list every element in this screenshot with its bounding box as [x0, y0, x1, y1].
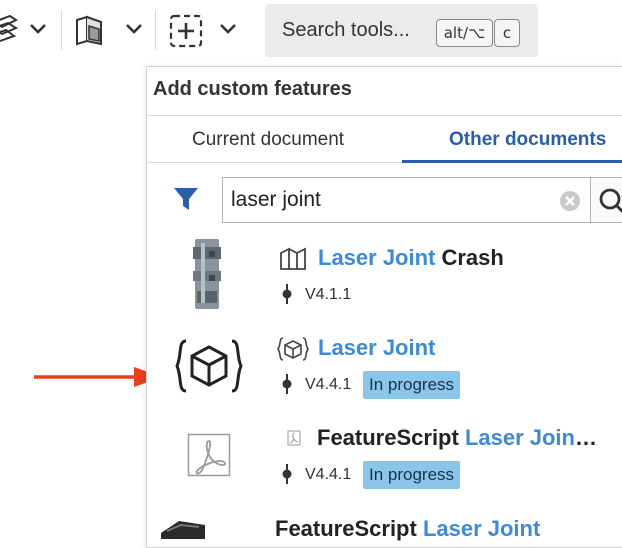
version-label: V4.1.1	[305, 286, 352, 303]
tab-current-document[interactable]: Current document	[192, 129, 344, 151]
custom-features-panel: Add custom features Current document Oth…	[146, 66, 622, 548]
version-icon	[280, 374, 294, 399]
search-input[interactable]: laser joint	[222, 177, 592, 223]
panel-title: Add custom features	[153, 78, 352, 100]
add-custom-feature-icon[interactable]	[168, 13, 204, 49]
part-render-thumbnail	[189, 237, 225, 316]
chevron-down-icon[interactable]	[28, 22, 48, 36]
pdf-icon	[287, 430, 301, 451]
toolbar-divider	[155, 10, 156, 50]
result-name: Laser Joint	[318, 335, 435, 361]
active-tab-indicator	[402, 160, 622, 163]
part-render-thumbnail	[159, 519, 209, 544]
search-icon	[597, 186, 622, 221]
result-name-prefix: FeatureScript	[317, 425, 465, 450]
divider	[147, 115, 622, 116]
version-label: V4.4.1	[305, 376, 352, 393]
result-name: FeatureScript Laser Joint	[275, 516, 540, 542]
chevron-down-icon[interactable]	[218, 22, 238, 36]
clear-icon[interactable]	[559, 190, 581, 217]
custom-feature-icon	[277, 335, 309, 368]
shortcut-key-c: c	[494, 19, 520, 47]
tab-other-documents[interactable]: Other documents	[449, 129, 606, 151]
result-name-match: Laser Join	[464, 425, 575, 450]
section-view-icon[interactable]	[73, 14, 107, 48]
part-studio-icon	[278, 246, 308, 277]
result-name-match: Laser Joint	[318, 335, 436, 360]
filter-icon[interactable]	[172, 185, 200, 218]
version-icon	[280, 284, 294, 309]
shortcut-key-alt: alt/⌥	[436, 19, 493, 47]
toolbar-divider	[61, 10, 62, 50]
sketch-tool-icon[interactable]	[0, 14, 18, 44]
result-name-match: Laser Joint	[422, 516, 541, 541]
result-name-rest: Crash	[435, 245, 504, 270]
pdf-thumbnail	[187, 433, 231, 482]
result-name-match: Laser Joint	[318, 245, 436, 270]
search-tools-label: Search tools...	[282, 19, 410, 41]
result-name-rest: …	[574, 425, 597, 450]
search-tools-button[interactable]: Search tools... alt/⌥ c	[265, 4, 538, 57]
status-badge: In progress	[363, 371, 461, 399]
custom-feature-thumbnail	[174, 335, 244, 402]
result-name-prefix: FeatureScript	[275, 516, 423, 541]
search-button[interactable]	[590, 177, 622, 223]
result-name: Laser Joint Crash	[318, 245, 504, 271]
version-label: V4.4.1	[305, 466, 352, 483]
status-badge: In progress	[363, 461, 461, 489]
version-icon	[280, 464, 294, 489]
chevron-down-icon[interactable]	[124, 22, 144, 36]
search-input-value: laser joint	[231, 188, 321, 211]
annotation-arrow	[34, 365, 164, 394]
result-name: FeatureScript Laser Join…	[317, 425, 597, 451]
